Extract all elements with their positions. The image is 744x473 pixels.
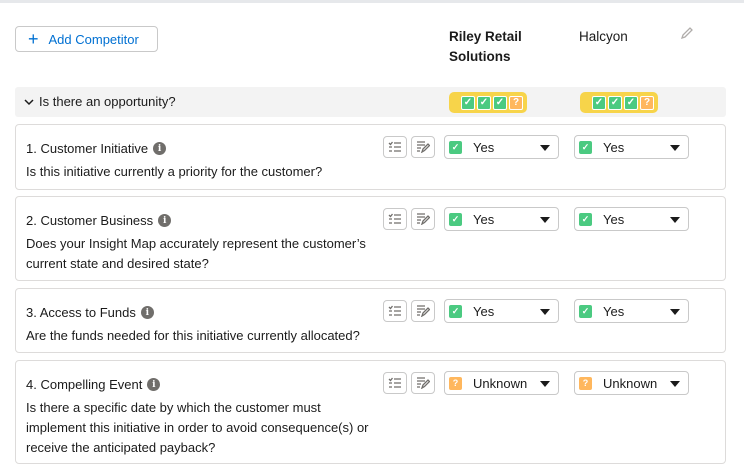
question-status-icon: ? bbox=[640, 95, 654, 110]
competitor-name-riley: Riley Retail Solutions bbox=[449, 29, 522, 64]
question-title-row: 2. Customer Business i bbox=[26, 213, 172, 228]
answer-value: Yes bbox=[603, 303, 625, 319]
answer-value: Unknown bbox=[473, 375, 528, 391]
info-icon[interactable]: i bbox=[153, 142, 167, 155]
checklist-icon bbox=[388, 305, 401, 316]
notes-button[interactable] bbox=[411, 136, 435, 158]
notes-edit-icon bbox=[417, 141, 430, 153]
caret-down-icon bbox=[540, 217, 550, 223]
caret-down-icon bbox=[670, 309, 680, 315]
question-title: 3. Access to Funds bbox=[26, 305, 136, 320]
answer-value: Yes bbox=[603, 139, 625, 155]
check-status-icon: ✓ bbox=[579, 140, 592, 154]
question-title-row: 4. Compelling Event i bbox=[26, 377, 161, 392]
checklist-button[interactable] bbox=[383, 136, 407, 158]
answer-select-riley[interactable]: ? Unknown bbox=[444, 371, 559, 395]
caret-down-icon bbox=[540, 309, 550, 315]
notes-button[interactable] bbox=[411, 372, 435, 394]
info-icon[interactable]: i bbox=[158, 214, 172, 227]
question-text: Is this initiative currently a priority … bbox=[26, 164, 323, 179]
question-card-3: 3. Access to Funds i Are the funds neede… bbox=[15, 288, 726, 353]
answer-value: Yes bbox=[473, 139, 495, 155]
add-competitor-label: Add Competitor bbox=[48, 31, 139, 47]
question-text: Does your Insight Map accurately represe… bbox=[26, 236, 366, 271]
answer-select-halcyon[interactable]: ? Unknown bbox=[574, 371, 689, 395]
answer-select-halcyon[interactable]: ✓ Yes bbox=[574, 299, 689, 323]
answer-select-halcyon[interactable]: ✓ Yes bbox=[574, 207, 689, 231]
question-text: Is there a specific date by which the cu… bbox=[26, 400, 369, 455]
question-title: 4. Compelling Event bbox=[26, 377, 143, 392]
summary-badge-halcyon: ✓ ✓ ✓? bbox=[580, 92, 658, 113]
check-status-icon: ✓ bbox=[449, 212, 462, 226]
caret-down-icon bbox=[540, 381, 550, 387]
notes-edit-icon bbox=[417, 213, 430, 225]
check-status-icon: ✓ bbox=[579, 212, 592, 226]
answer-value: Unknown bbox=[603, 375, 658, 391]
caret-down-icon bbox=[540, 145, 550, 151]
question-status-icon: ? bbox=[509, 95, 523, 110]
check-status-icon: ✓ bbox=[477, 95, 491, 110]
check-status-icon: ✓ bbox=[461, 95, 475, 110]
section-header-opportunity[interactable]: Is there an opportunity? ✓ ✓ ✓? ✓ ✓ ✓? bbox=[15, 87, 726, 117]
notes-edit-icon bbox=[417, 305, 430, 317]
answer-value: Yes bbox=[473, 303, 495, 319]
checklist-button[interactable] bbox=[383, 208, 407, 230]
checklist-icon bbox=[388, 213, 401, 224]
chevron-down-icon[interactable] bbox=[23, 96, 35, 108]
question-title-row: 1. Customer Initiative i bbox=[26, 141, 167, 156]
checklist-button[interactable] bbox=[383, 372, 407, 394]
notes-button[interactable] bbox=[411, 300, 435, 322]
check-status-icon: ✓ bbox=[592, 95, 606, 110]
checklist-icon bbox=[388, 141, 401, 152]
summary-badge-riley: ✓ ✓ ✓? bbox=[449, 92, 527, 113]
caret-down-icon bbox=[670, 217, 680, 223]
checklist-button[interactable] bbox=[383, 300, 407, 322]
check-status-icon: ✓ bbox=[624, 95, 638, 110]
competitor-name-halcyon: Halcyon bbox=[579, 29, 628, 44]
question-text: Are the funds needed for this initiative… bbox=[26, 328, 360, 343]
check-status-icon: ✓ bbox=[493, 95, 507, 110]
answer-value: Yes bbox=[603, 211, 625, 227]
answer-select-halcyon[interactable]: ✓ Yes bbox=[574, 135, 689, 159]
question-card-1: 1. Customer Initiative i Is this initiat… bbox=[15, 124, 726, 190]
notes-edit-icon bbox=[417, 377, 430, 389]
check-status-icon: ✓ bbox=[608, 95, 622, 110]
check-status-icon: ✓ bbox=[449, 140, 462, 154]
caret-down-icon bbox=[670, 145, 680, 151]
caret-down-icon bbox=[670, 381, 680, 387]
check-status-icon: ✓ bbox=[449, 304, 462, 318]
question-status-icon: ? bbox=[579, 376, 592, 390]
question-status-icon: ? bbox=[449, 376, 462, 390]
answer-select-riley[interactable]: ✓ Yes bbox=[444, 207, 559, 231]
plus-icon: + bbox=[28, 29, 39, 49]
section-title: Is there an opportunity? bbox=[39, 94, 176, 109]
question-title: 2. Customer Business bbox=[26, 213, 154, 228]
info-icon[interactable]: i bbox=[147, 378, 161, 391]
top-divider bbox=[0, 0, 744, 3]
pencil-icon[interactable] bbox=[680, 26, 694, 40]
answer-value: Yes bbox=[473, 211, 495, 227]
question-card-2: 2. Customer Business i Does your Insight… bbox=[15, 196, 726, 281]
answer-select-riley[interactable]: ✓ Yes bbox=[444, 135, 559, 159]
add-competitor-button[interactable]: + Add Competitor bbox=[15, 26, 158, 52]
question-card-4: 4. Compelling Event i Is there a specifi… bbox=[15, 360, 726, 464]
question-title-row: 3. Access to Funds i bbox=[26, 305, 154, 320]
check-status-icon: ✓ bbox=[579, 304, 592, 318]
question-title: 1. Customer Initiative bbox=[26, 141, 149, 156]
answer-select-riley[interactable]: ✓ Yes bbox=[444, 299, 559, 323]
info-icon[interactable]: i bbox=[140, 306, 154, 319]
notes-button[interactable] bbox=[411, 208, 435, 230]
checklist-icon bbox=[388, 377, 401, 388]
